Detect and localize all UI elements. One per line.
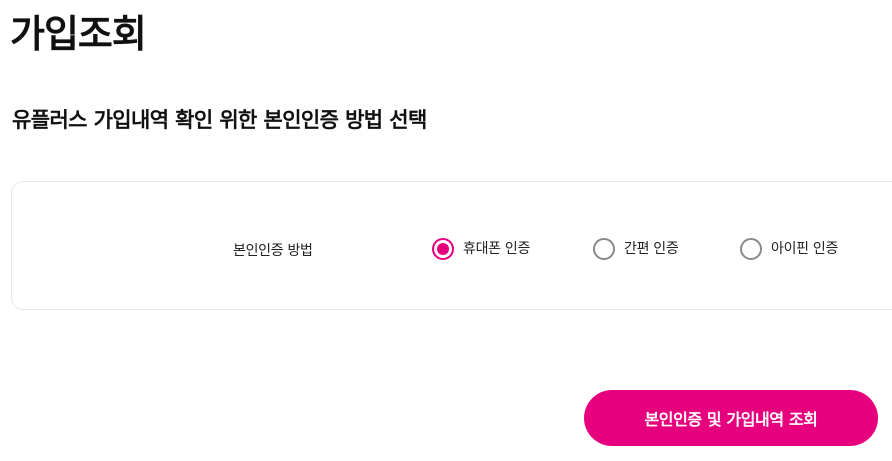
radio-simple-auth[interactable]: 간편 인증 bbox=[593, 238, 679, 260]
radio-selected-icon[interactable] bbox=[432, 238, 454, 260]
radio-phone-auth[interactable]: 휴대폰 인증 bbox=[432, 238, 530, 260]
radio-phone-auth-label: 휴대폰 인증 bbox=[463, 241, 531, 257]
radio-ipin-auth-label: 아이핀 인증 bbox=[771, 241, 839, 257]
radio-ipin-auth[interactable]: 아이핀 인증 bbox=[740, 238, 838, 260]
radio-simple-auth-label: 간편 인증 bbox=[624, 241, 679, 257]
auth-method-card: 본인인증 방법 휴대폰 인증 간편 인증 아이핀 인증 bbox=[11, 181, 892, 310]
radio-dot-icon bbox=[437, 243, 449, 255]
verify-and-lookup-button[interactable]: 본인인증 및 가입내역 조회 bbox=[584, 390, 878, 446]
radio-unselected-icon[interactable] bbox=[593, 238, 615, 260]
auth-method-label: 본인인증 방법 bbox=[233, 243, 313, 259]
section-heading: 유플러스 가입내역 확인 위한 본인인증 방법 선택 bbox=[12, 108, 427, 132]
radio-unselected-icon[interactable] bbox=[740, 238, 762, 260]
page-title: 가입조회 bbox=[10, 12, 147, 56]
page: 가입조회 유플러스 가입내역 확인 위한 본인인증 방법 선택 본인인증 방법 … bbox=[0, 0, 892, 461]
